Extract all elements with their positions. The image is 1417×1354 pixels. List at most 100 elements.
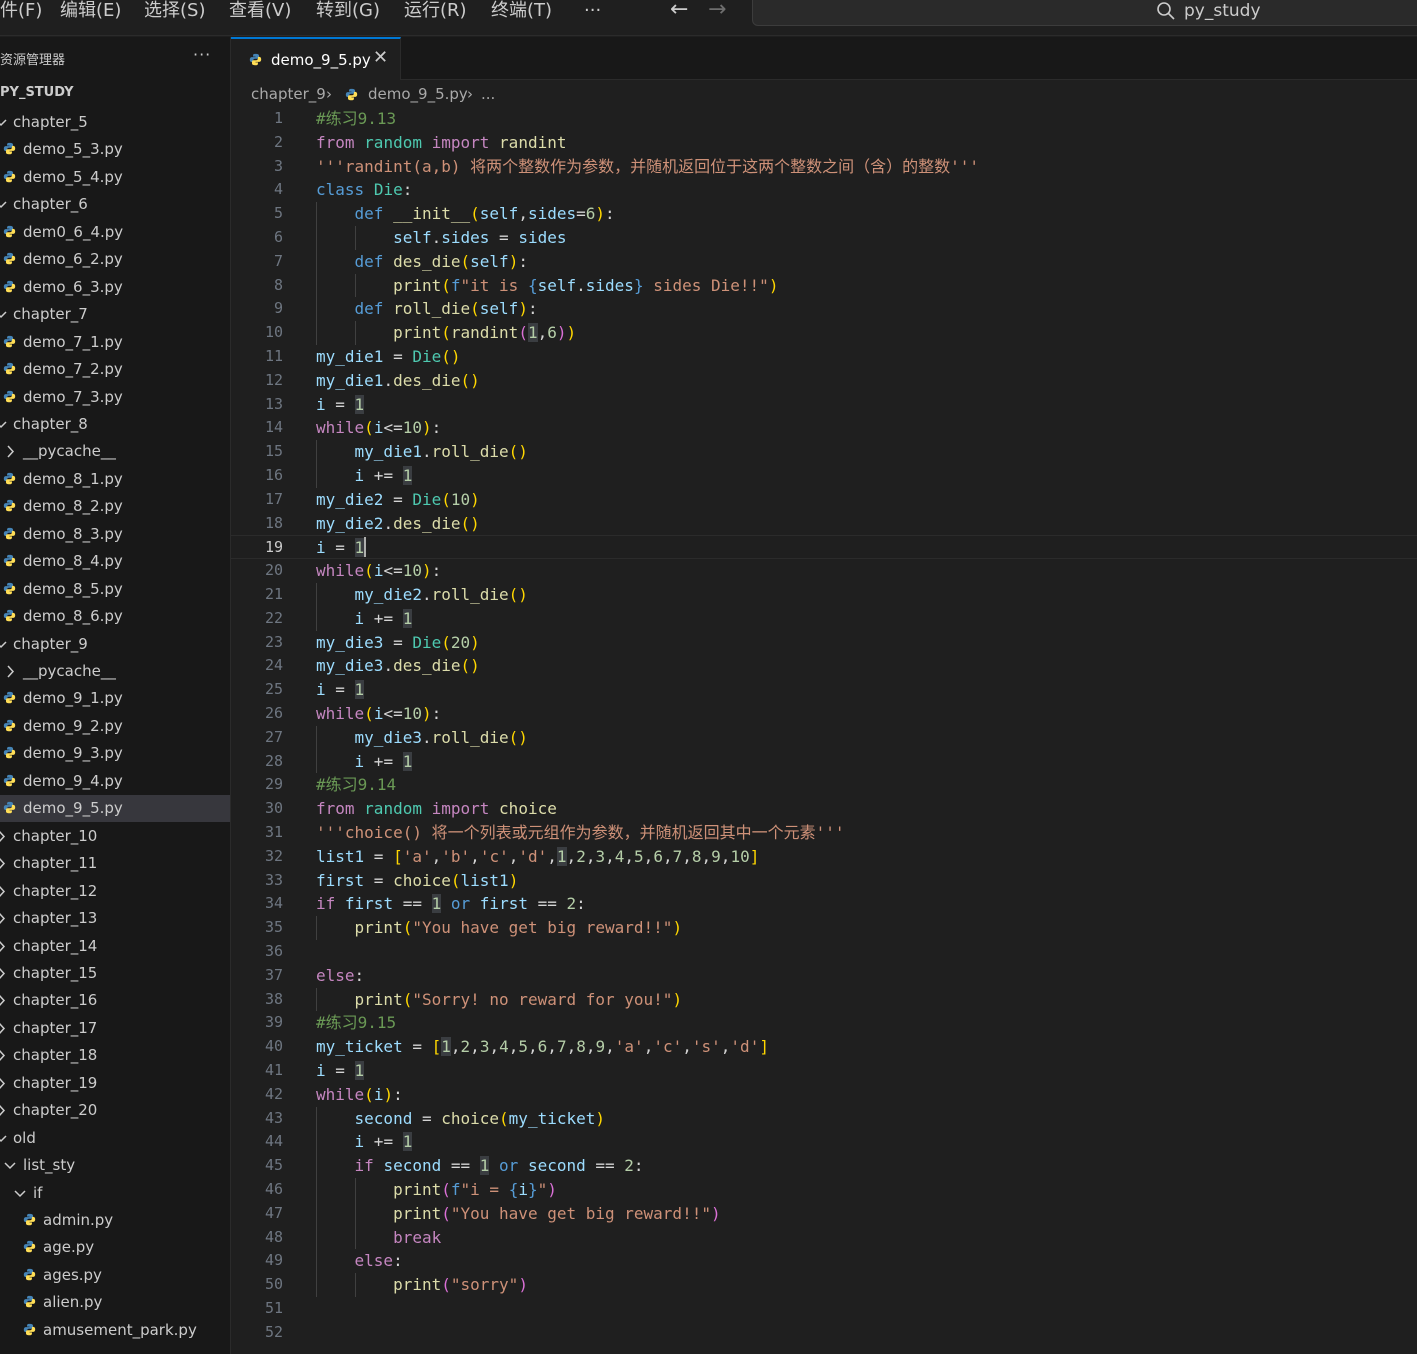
code-editor[interactable]: 1 #练习9.13 2 from random import randint 3 '''r… — [231, 107, 1417, 1347]
menu-item-7[interactable]: ··· — [584, 0, 601, 24]
code-line[interactable]: 30 from random import choice — [231, 797, 1417, 821]
menu-item-3[interactable]: 查看(V) — [229, 0, 291, 24]
code-line[interactable]: 44 i += 1 — [231, 1130, 1417, 1155]
tree-folder-item[interactable]: chapter_18 — [0, 1042, 230, 1069]
workspace-root[interactable]: PY_STUDY — [0, 85, 74, 100]
tree-file-item[interactable]: demo_8_5.py — [0, 576, 230, 603]
code-line[interactable]: 16 i += 1 — [231, 464, 1417, 488]
code-line[interactable]: 24 my_die3.des_die() — [231, 654, 1417, 678]
tree-file-item[interactable]: demo_8_6.py — [0, 603, 230, 630]
code-line[interactable]: 28 i += 1 — [231, 749, 1417, 774]
tree-folder-item[interactable]: chapter_16 — [0, 987, 230, 1014]
tree-folder-item[interactable]: old — [0, 1125, 230, 1152]
code-line[interactable]: 52 — [231, 1321, 1417, 1345]
menu-item-2[interactable]: 选择(S) — [144, 0, 205, 24]
menu-item-0[interactable]: 件(F) — [0, 0, 42, 24]
tree-file-item[interactable]: demo_8_1.py — [0, 466, 230, 493]
tree-file-item[interactable]: demo_7_1.py — [0, 329, 230, 356]
tree-file-item[interactable]: ages.py — [0, 1262, 230, 1289]
tree-file-item[interactable]: admin.py — [0, 1207, 230, 1234]
tree-file-item[interactable]: demo_9_3.py — [0, 740, 230, 767]
tree-file-item[interactable]: demo_9_4.py — [0, 768, 230, 795]
code-line[interactable]: 41 i = 1 — [231, 1059, 1417, 1083]
tree-file-item[interactable]: demo_7_3.py — [0, 384, 230, 411]
code-line[interactable]: 42 while(i): — [231, 1083, 1417, 1107]
tree-file-item[interactable]: demo_5_3.py — [0, 136, 230, 163]
tree-folder-item[interactable]: list_sty — [0, 1152, 230, 1179]
tree-file-item[interactable]: demo_8_4.py — [0, 548, 230, 575]
code-line[interactable]: 26 while(i<=10): — [231, 702, 1417, 726]
code-line[interactable]: 37 else: — [231, 964, 1417, 988]
command-center-search[interactable] — [752, 0, 1417, 26]
code-line[interactable]: 2 from random import randint — [231, 131, 1417, 155]
forward-arrow-icon[interactable]: → — [708, 0, 726, 22]
code-line[interactable]: 14 while(i<=10): — [231, 416, 1417, 440]
code-line[interactable]: 43 second = choice(my_ticket) — [231, 1106, 1417, 1131]
menu-item-5[interactable]: 运行(R) — [404, 0, 467, 24]
tree-folder-item[interactable]: chapter_12 — [0, 878, 230, 905]
tree-folder-item[interactable]: if — [0, 1180, 230, 1207]
code-line[interactable]: 9 def roll_die(self): — [231, 297, 1417, 322]
code-line[interactable]: 35 print("You have get big reward!!") — [231, 916, 1417, 940]
code-line[interactable]: 5 def __init__(self,sides=6): — [231, 202, 1417, 226]
close-icon[interactable]: ✕ — [373, 47, 388, 68]
tree-folder-item[interactable]: __pycache__ — [0, 658, 230, 685]
more-actions-icon[interactable]: ··· — [193, 45, 211, 64]
tree-folder-item[interactable]: chapter_9 — [0, 631, 230, 658]
code-line[interactable]: 7 def des_die(self): — [231, 249, 1417, 274]
back-arrow-icon[interactable]: ← — [670, 0, 688, 22]
tree-file-item[interactable]: demo_8_2.py — [0, 493, 230, 520]
tree-folder-item[interactable]: chapter_19 — [0, 1070, 230, 1097]
breadcrumb-file[interactable]: demo_9_5.py — [368, 85, 468, 103]
code-line[interactable]: 13 i = 1 — [231, 393, 1417, 417]
breadcrumb-folder[interactable]: chapter_9 — [251, 85, 326, 103]
code-line[interactable]: 8 print(f"it is {self.sides} sides Die!!… — [231, 273, 1417, 298]
code-line[interactable]: 51 — [231, 1297, 1417, 1321]
tree-file-item[interactable]: demo_9_1.py — [0, 685, 230, 712]
code-line[interactable]: 18 my_die2.des_die() — [231, 512, 1417, 536]
tree-file-item[interactable]: dem0_6_4.py — [0, 219, 230, 246]
tree-file-item[interactable]: age.py — [0, 1234, 230, 1261]
code-line[interactable]: 29 #练习9.14 — [231, 773, 1417, 797]
tree-folder-item[interactable]: chapter_20 — [0, 1097, 230, 1124]
code-line[interactable]: 33 first = choice(list1) — [231, 869, 1417, 893]
tree-file-item[interactable]: demo_9_5.py — [0, 795, 230, 823]
code-line[interactable]: 17 my_die2 = Die(10) — [231, 488, 1417, 512]
code-line[interactable]: 22 i += 1 — [231, 606, 1417, 631]
code-line[interactable]: 21 my_die2.roll_die() — [231, 583, 1417, 607]
code-line[interactable]: 50 print("sorry") — [231, 1273, 1417, 1297]
tree-folder-item[interactable]: chapter_10 — [0, 823, 230, 850]
code-line[interactable]: 27 my_die3.roll_die() — [231, 725, 1417, 750]
tree-folder-item[interactable]: chapter_5 — [0, 109, 230, 136]
tree-folder-item[interactable]: chapter_15 — [0, 960, 230, 987]
menu-item-4[interactable]: 转到(G) — [316, 0, 380, 24]
code-line[interactable]: 39 #练习9.15 — [231, 1011, 1417, 1035]
code-line[interactable]: 4 class Die: — [231, 178, 1417, 202]
code-line[interactable]: 45 if second == 1 or second == 2: — [231, 1154, 1417, 1178]
tree-folder-item[interactable]: __pycache__ — [0, 438, 230, 465]
tree-folder-item[interactable]: chapter_13 — [0, 905, 230, 932]
tree-folder-item[interactable]: chapter_11 — [0, 850, 230, 877]
tree-folder-item[interactable]: chapter_6 — [0, 191, 230, 218]
tree-file-item[interactable]: alien.py — [0, 1289, 230, 1316]
code-line[interactable]: 11 my_die1 = Die() — [231, 345, 1417, 369]
code-line[interactable]: 48 break — [231, 1225, 1417, 1250]
tree-file-item[interactable]: amusement_park.py — [0, 1317, 230, 1344]
code-line[interactable]: 12 my_die1.des_die() — [231, 369, 1417, 393]
menu-item-6[interactable]: 终端(T) — [491, 0, 552, 24]
code-line[interactable]: 25 i = 1 — [231, 678, 1417, 702]
code-line[interactable]: 38 print("Sorry! no reward for you!") — [231, 987, 1417, 1012]
code-line[interactable]: 10 print(randint(1,6)) — [231, 321, 1417, 345]
code-line[interactable]: 49 else: — [231, 1249, 1417, 1274]
tree-file-item[interactable]: demo_7_2.py — [0, 356, 230, 383]
tree-folder-item[interactable]: chapter_14 — [0, 933, 230, 960]
tree-folder-item[interactable]: chapter_7 — [0, 301, 230, 328]
tree-file-item[interactable]: demo_6_3.py — [0, 274, 230, 301]
code-line[interactable]: 15 my_die1.roll_die() — [231, 440, 1417, 464]
code-line[interactable]: 6 self.sides = sides — [231, 226, 1417, 250]
tab-demo-9-5[interactable]: demo_9_5.py ✕ — [231, 37, 401, 80]
tree-file-item[interactable]: demo_8_3.py — [0, 521, 230, 548]
tree-folder-item[interactable]: chapter_17 — [0, 1015, 230, 1042]
tree-file-item[interactable]: demo_5_4.py — [0, 164, 230, 191]
code-line[interactable]: 19 i = 1 — [231, 535, 1417, 560]
